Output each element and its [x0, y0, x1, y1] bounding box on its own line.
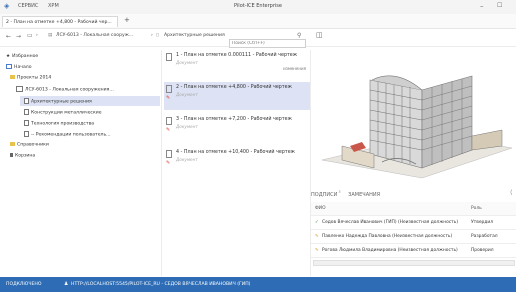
- connection-status: ПОДКЛЮЧЕНО: [6, 282, 42, 287]
- signer-name: Седов Вячеслав Иванович (ГИП) (Неизвестн…: [322, 220, 459, 225]
- tree-item-directories[interactable]: Справочники: [10, 142, 49, 148]
- pen-icon: ✎: [315, 234, 319, 239]
- tree-item-label: ЛСУ-6013 - Локальная сооружения...: [25, 87, 114, 93]
- tree-item-technology[interactable]: Технология производства: [24, 120, 94, 127]
- tab-remarks[interactable]: ЗАМЕЧАНИЯ: [348, 192, 380, 198]
- document-title: 3 - План на отметке +7,200 - Рабочий чер…: [176, 117, 292, 122]
- check-icon: ✓: [315, 220, 319, 225]
- signer-role: Утвердил: [471, 220, 494, 225]
- doc-icon: [24, 109, 29, 115]
- document-item[interactable]: ✎ 4 - План на отметке +10,400 - Рабочий …: [164, 150, 310, 166]
- breadcrumb-section[interactable]: Архитектурные решения: [164, 33, 225, 38]
- new-tab-button[interactable]: +: [124, 16, 130, 24]
- document-icon: [166, 85, 172, 93]
- tree-item-label: Начало: [14, 65, 32, 70]
- document-title: 1 - План на отметке 0.000111 - Рабочий ч…: [176, 53, 298, 58]
- signer-name: Рогова Людмила Владимировна (Неизвестная…: [322, 248, 458, 253]
- signature-pen-icon: ✎: [166, 95, 171, 101]
- table-header: ФИО Роль: [311, 202, 516, 216]
- table-row[interactable]: ✓ Седов Вячеслав Иванович (ГИП) (Неизвес…: [311, 216, 516, 230]
- signer-role: Проверил: [471, 248, 494, 253]
- search-icon[interactable]: ⚲: [297, 32, 301, 39]
- document-icon: [166, 150, 172, 158]
- doc-crumb-icon: ▯: [156, 33, 159, 38]
- table-row[interactable]: ✎ Павленко Надежда Павловна (Неизвестная…: [311, 230, 516, 244]
- user-icon: ♟: [64, 281, 69, 287]
- tree-item-label: Корзина: [15, 153, 36, 159]
- breadcrumb-separator-icon: ›: [151, 33, 153, 38]
- tree-item-home[interactable]: Начало: [6, 64, 32, 70]
- document-tab[interactable]: 2 - План на отметке +4,800 - Рабочий чер…: [2, 16, 118, 27]
- back-icon[interactable]: ←: [6, 33, 11, 40]
- tree-item-favorites[interactable]: ★ Избранное: [6, 54, 38, 59]
- tree-item-label: Справочники: [17, 142, 49, 148]
- trash-icon: [10, 153, 13, 157]
- pen-icon: ✎: [315, 248, 319, 253]
- project-icon: [16, 86, 23, 92]
- document-item[interactable]: 1 - План на отметке 0.000111 - Рабочий ч…: [164, 53, 310, 71]
- breadcrumb-project[interactable]: ЛСУ-6013 - Локальная сооруж...: [56, 33, 133, 38]
- document-title: 4 - План на отметке +10,400 - Рабочий че…: [176, 150, 295, 155]
- computer-icon[interactable]: ▭: [27, 32, 33, 39]
- table-row[interactable]: ✎ Рогова Людмила Владимировна (Неизвестн…: [311, 244, 516, 258]
- building-3d-model: [321, 75, 513, 179]
- navigation-tree: ★ Избранное Начало Проекты 2014 ЛСУ-6013 …: [0, 50, 160, 276]
- tree-item-label: -- Рекомендации пользователь...: [31, 132, 111, 138]
- tree-item-lsu[interactable]: ЛСУ-6013 - Локальная сооружения...: [16, 86, 114, 93]
- column-header-fio: ФИО: [315, 206, 326, 211]
- search-input[interactable]: [229, 39, 306, 48]
- tab-signatures[interactable]: ПОДПИСИ: [311, 192, 337, 198]
- signatures-count: 3: [338, 190, 341, 194]
- document-type: Документ: [176, 157, 198, 162]
- tree-item-recommendations[interactable]: -- Рекомендации пользователь...: [24, 131, 111, 138]
- tree-item-metal[interactable]: Конструкции металлические: [24, 109, 102, 116]
- signature-pen-icon: ✎: [166, 160, 171, 166]
- signer-name: Павленко Надежда Павловна (Неизвестная д…: [322, 234, 453, 239]
- window-title: Pilot-ICE Enterprise: [234, 3, 282, 9]
- forward-icon[interactable]: →: [16, 33, 21, 40]
- breadcrumb-separator-icon: ›: [36, 33, 38, 38]
- tree-item-projects[interactable]: Проекты 2014: [10, 75, 51, 81]
- document-type: Документ: [176, 124, 198, 129]
- minimize-icon[interactable]: –: [480, 2, 484, 10]
- divider: [161, 50, 162, 276]
- tree-item-label: Проекты 2014: [17, 75, 52, 81]
- title-bar: ◈ СЕРВИС XPM Pilot-ICE Enterprise – ☐: [0, 0, 516, 15]
- tree-item-label: Избранное: [12, 54, 39, 59]
- doc-icon: [24, 131, 29, 137]
- tree-item-label: Конструкции металлические: [31, 110, 102, 116]
- doc-icon: [24, 120, 29, 126]
- document-item-selected[interactable]: ✎ 2 - План на отметке +4,800 - Рабочий ч…: [164, 82, 310, 110]
- document-icon: [166, 117, 172, 125]
- tree-item-architecture[interactable]: Архитектурные решения: [24, 98, 92, 105]
- model-preview[interactable]: [312, 50, 516, 186]
- document-item[interactable]: ✎ 3 - План на отметке +7,200 - Рабочий ч…: [164, 117, 310, 133]
- doc-icon: [24, 98, 29, 104]
- tree-item-label: Архитектурные решения: [31, 99, 92, 105]
- folder-icon: [10, 142, 15, 146]
- maximize-icon[interactable]: ☐: [497, 2, 502, 9]
- folder-crumb-icon: ▤: [48, 33, 53, 38]
- document-title: 2 - План на отметке +4,800 - Рабочий чер…: [176, 85, 292, 90]
- tab-bar: 2 - План на отметке +4,800 - Рабочий чер…: [0, 14, 516, 29]
- panel-tabs: ПОДПИСИ3 ЗАМЕЧАНИЯ: [311, 190, 388, 198]
- document-icon: [166, 53, 172, 61]
- star-icon: ★: [6, 54, 11, 59]
- column-header-role: Роль: [471, 206, 482, 211]
- document-type: Документ: [176, 92, 198, 97]
- document-type: Документ: [176, 60, 198, 65]
- status-bar: ПОДКЛЮЧЕНО ♟ HTTP://LOCALHOST:5545/PILOT…: [0, 277, 516, 292]
- home-icon: [6, 64, 12, 69]
- signer-role: Разработал: [471, 234, 498, 239]
- change-badge: изменения: [283, 66, 306, 71]
- signature-pen-icon: ✎: [166, 127, 171, 133]
- panel-toggle-icon[interactable]: ◫: [316, 31, 323, 39]
- folder-icon: [10, 75, 15, 79]
- tree-item-label: Технология производства: [31, 121, 95, 127]
- server-user: HTTP://LOCALHOST:5545/PILOT-ICE_RU - СЕД…: [71, 282, 251, 287]
- tree-item-trash[interactable]: Корзина: [10, 153, 35, 159]
- horizontal-scrollbar[interactable]: [313, 260, 515, 266]
- panel-more-icon[interactable]: ⟨: [510, 189, 512, 196]
